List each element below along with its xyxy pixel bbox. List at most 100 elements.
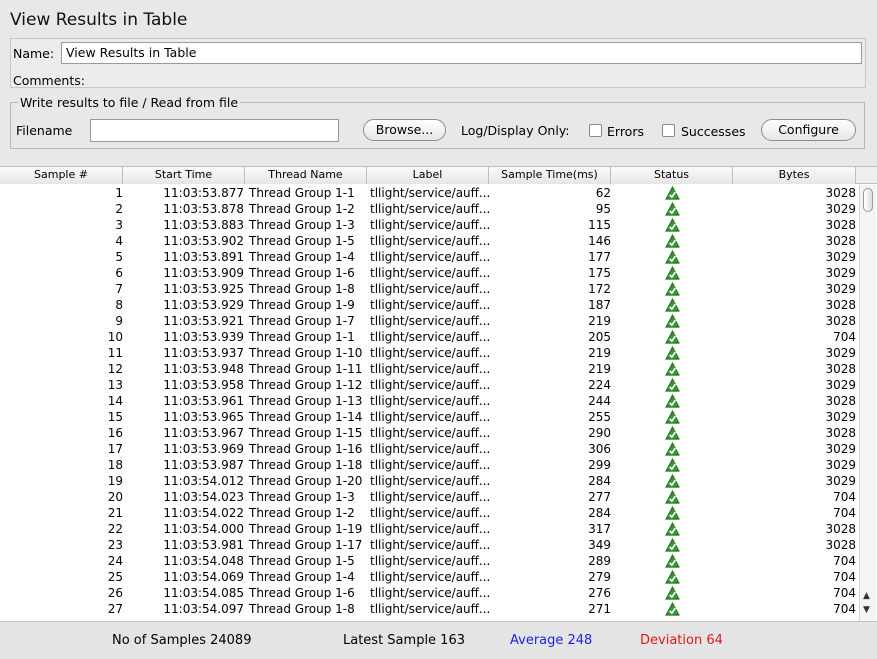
sample-number-cell: 23 (107, 538, 123, 552)
table-row[interactable]: 12 11:03:53.948 Thread Group 1-11 tllight/s… (0, 361, 857, 377)
table-row[interactable]: 15 11:03:53.965 Thread Group 1-14 tllight/s… (0, 409, 857, 425)
bytes-cell: 3028 (825, 186, 856, 200)
sample-time-cell: 271 (588, 602, 611, 616)
table-row[interactable]: 8 11:03:53.929 Thread Group 1-9 tllight/ser… (0, 297, 857, 313)
success-icon (664, 218, 680, 232)
thread-name-cell: Thread Group 1-13 (249, 394, 363, 408)
sample-time-cell: 224 (588, 378, 611, 392)
sample-number-cell: 3 (115, 218, 123, 232)
column-header-sample-time[interactable]: Sample Time(ms) (489, 167, 611, 184)
table-row[interactable]: 19 11:03:54.012 Thread Group 1-20 tllight/s… (0, 473, 857, 489)
sample-number-cell: 21 (107, 506, 123, 520)
bytes-cell: 3029 (825, 250, 856, 264)
label-cell: tllight/service/auff... (370, 426, 490, 440)
scrollbar-thumb[interactable] (863, 188, 873, 212)
column-header-start-time[interactable]: Start Time (123, 167, 245, 184)
thread-name-cell: Thread Group 1-9 (249, 298, 355, 312)
status-cell (611, 569, 733, 585)
sample-time-cell: 205 (588, 330, 611, 344)
sample-number-cell: 18 (107, 458, 123, 472)
label-cell: tllight/service/auff... (370, 250, 490, 264)
bytes-cell: 704 (833, 506, 856, 520)
status-cell (611, 361, 733, 377)
table-row[interactable]: 5 11:03:53.891 Thread Group 1-4 tllight/ser… (0, 249, 857, 265)
bytes-cell: 3028 (825, 426, 856, 440)
label-cell: tllight/service/auff... (370, 186, 490, 200)
vertical-scrollbar[interactable]: ▲ ▼ (859, 185, 876, 621)
scroll-up-arrow-icon[interactable]: ▲ (863, 591, 870, 601)
status-cell (611, 457, 733, 473)
label-cell: tllight/service/auff... (370, 298, 490, 312)
scroll-down-arrow-icon[interactable]: ▼ (863, 605, 870, 615)
start-time-cell: 11:03:53.902 (163, 234, 244, 248)
table-row[interactable]: 25 11:03:54.069 Thread Group 1-4 tllight/se… (0, 569, 857, 585)
sample-number-cell: 1 (115, 186, 123, 200)
table-row[interactable]: 24 11:03:54.048 Thread Group 1-5 tllight/se… (0, 553, 857, 569)
column-header-bytes[interactable]: Bytes (733, 167, 856, 184)
browse-button[interactable]: Browse... (363, 119, 446, 141)
success-icon (664, 586, 680, 600)
status-cell (611, 377, 733, 393)
table-row[interactable]: 11 11:03:53.937 Thread Group 1-10 tllight/s… (0, 345, 857, 361)
sample-number-cell: 6 (115, 266, 123, 280)
sample-time-cell: 175 (588, 266, 611, 280)
table-row[interactable]: 9 11:03:53.921 Thread Group 1-7 tllight/ser… (0, 313, 857, 329)
column-header-status[interactable]: Status (611, 167, 733, 184)
bytes-cell: 704 (833, 330, 856, 344)
thread-name-cell: Thread Group 1-20 (249, 474, 363, 488)
start-time-cell: 11:03:53.878 (163, 202, 244, 216)
start-time-cell: 11:03:53.909 (163, 266, 244, 280)
table-row[interactable]: 18 11:03:53.987 Thread Group 1-18 tllight/s… (0, 457, 857, 473)
sample-time-cell: 284 (588, 474, 611, 488)
table-row[interactable]: 4 11:03:53.902 Thread Group 1-5 tllight/ser… (0, 233, 857, 249)
thread-name-cell: Thread Group 1-3 (249, 490, 355, 504)
table-row[interactable]: 23 11:03:53.981 Thread Group 1-17 tllight/s… (0, 537, 857, 553)
thread-name-cell: Thread Group 1-2 (249, 202, 355, 216)
bytes-cell: 3029 (825, 378, 856, 392)
column-header-thread-name[interactable]: Thread Name (245, 167, 367, 184)
sample-time-cell: 317 (588, 522, 611, 536)
column-header-label[interactable]: Label (367, 167, 489, 184)
table-row[interactable]: 1 11:03:53.877 Thread Group 1-1 tllight/ser… (0, 185, 857, 201)
success-icon (664, 570, 680, 584)
errors-checkbox[interactable] (589, 124, 602, 137)
sample-time-cell: 62 (595, 186, 611, 200)
table-row[interactable]: 10 11:03:53.939 Thread Group 1-1 tllight/se… (0, 329, 857, 345)
filename-input[interactable] (90, 119, 339, 142)
table-row[interactable]: 27 11:03:54.097 Thread Group 1-8 tllight/se… (0, 601, 857, 617)
bytes-cell: 3029 (825, 266, 856, 280)
name-field[interactable]: View Results in Table (61, 42, 862, 64)
success-icon (664, 394, 680, 408)
status-cell (611, 185, 733, 201)
status-cell (611, 537, 733, 553)
column-header-sample[interactable]: Sample # (0, 167, 123, 184)
success-icon (664, 490, 680, 504)
table-row[interactable]: 3 11:03:53.883 Thread Group 1-3 tllight/ser… (0, 217, 857, 233)
table-row[interactable]: 17 11:03:53.969 Thread Group 1-16 tllight/s… (0, 441, 857, 457)
table-row[interactable]: 6 11:03:53.909 Thread Group 1-6 tllight/ser… (0, 265, 857, 281)
status-cell (611, 473, 733, 489)
label-cell: tllight/service/auff... (370, 394, 490, 408)
sample-number-cell: 14 (107, 394, 123, 408)
table-row[interactable]: 26 11:03:54.085 Thread Group 1-6 tllight/se… (0, 585, 857, 601)
successes-checkbox[interactable] (662, 124, 675, 137)
table-row[interactable]: 22 11:03:54.000 Thread Group 1-19 tllight/s… (0, 521, 857, 537)
bytes-cell: 3029 (825, 458, 856, 472)
success-icon (664, 554, 680, 568)
status-cell (611, 505, 733, 521)
summary-bar: No of Samples 24089 Latest Sample 163 Av… (0, 623, 877, 659)
table-row[interactable]: 14 11:03:53.961 Thread Group 1-13 tllight/s… (0, 393, 857, 409)
table-row[interactable]: 13 11:03:53.958 Thread Group 1-12 tllight/s… (0, 377, 857, 393)
label-cell: tllight/service/auff... (370, 554, 490, 568)
bytes-cell: 704 (833, 602, 856, 616)
table-row[interactable]: 21 11:03:54.022 Thread Group 1-2 tllight/se… (0, 505, 857, 521)
table-row[interactable]: 16 11:03:53.967 Thread Group 1-15 tllight/s… (0, 425, 857, 441)
table-row[interactable]: 7 11:03:53.925 Thread Group 1-8 tllight/ser… (0, 281, 857, 297)
table-header: Sample # Start Time Thread Name Label Sa… (0, 167, 877, 184)
status-cell (611, 521, 733, 537)
table-row[interactable]: 20 11:03:54.023 Thread Group 1-3 tllight/se… (0, 489, 857, 505)
thread-name-cell: Thread Group 1-6 (249, 266, 355, 280)
table-row[interactable]: 2 11:03:53.878 Thread Group 1-2 tllight/ser… (0, 201, 857, 217)
table-body: 1 11:03:53.877 Thread Group 1-1 tllight/ser… (0, 185, 857, 617)
configure-button[interactable]: Configure (761, 119, 856, 141)
